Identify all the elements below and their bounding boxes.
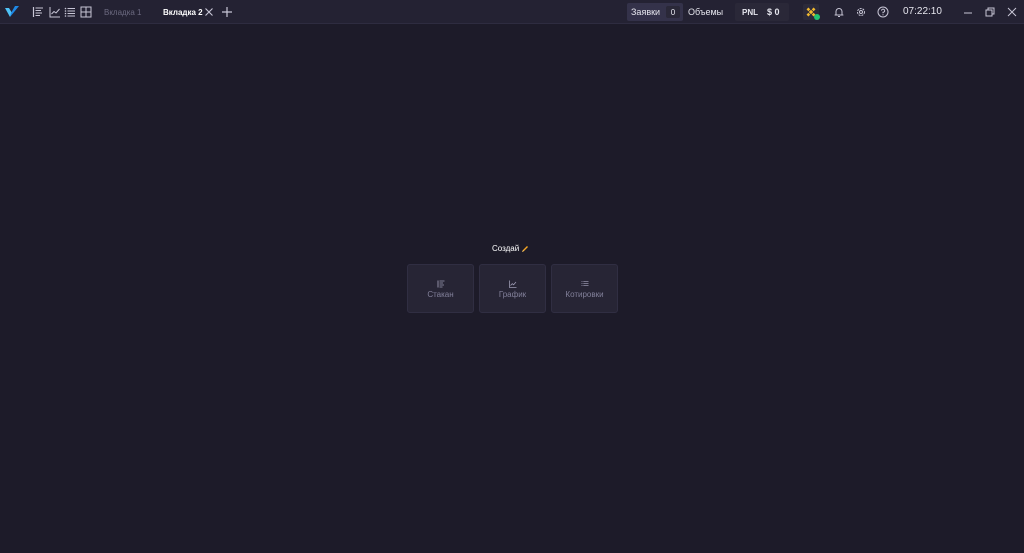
restore-icon[interactable] [985,7,995,17]
app-logo-icon [5,6,19,17]
volumes-label: Объемы [688,7,724,17]
title-bar: Вкладка 1 Вкладка 2 Заявки 0 Объемы PNL … [0,0,1024,24]
widget-label: Стакан [427,290,454,299]
orders-count-badge: 0 [666,6,680,18]
quotes-widget-button[interactable]: Котировки [551,264,618,313]
pencil-emoji-icon [522,246,528,252]
create-heading: Создай [492,244,520,253]
bell-icon[interactable] [833,6,845,18]
chart-widget-button[interactable]: График [479,264,546,313]
pnl-value: $ 0 [767,7,780,17]
volumes-button[interactable]: Объемы [685,3,729,21]
close-window-icon[interactable] [1007,7,1017,17]
widget-label: График [498,290,527,299]
orderbook-icon[interactable] [32,6,44,18]
quotes-list-icon [581,281,589,286]
connection-status-dot [814,14,820,20]
help-icon[interactable] [877,6,889,18]
tab-label: Вкладка 2 [163,7,203,17]
orders-button[interactable]: Заявки 0 [627,3,683,21]
quotes-list-icon[interactable] [64,6,76,18]
close-tab-icon[interactable] [204,7,214,17]
gear-icon[interactable] [855,6,867,18]
tab-2[interactable]: Вкладка 2 [163,0,203,24]
layout-grid-icon[interactable] [80,6,92,18]
pnl-display[interactable]: PNL $ 0 [735,3,789,21]
tab-1[interactable]: Вкладка 1 [104,0,142,24]
chart-icon[interactable] [49,6,61,18]
chart-icon [509,280,517,288]
minimize-icon[interactable] [963,7,973,17]
orders-label: Заявки [631,7,661,17]
pnl-label: PNL [742,7,758,17]
orderbook-icon [437,280,445,288]
tab-label: Вкладка 1 [104,7,142,17]
clock: 07:22:10 [903,6,942,17]
orderbook-widget-button[interactable]: Стакан [407,264,474,313]
add-tab-icon[interactable] [221,6,233,18]
widget-label: Котировки [565,290,604,299]
